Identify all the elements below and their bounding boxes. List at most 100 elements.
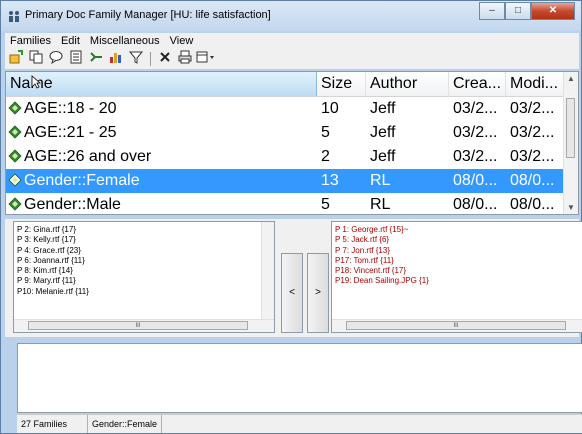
cell-created: 08/0... bbox=[453, 196, 498, 213]
cell-modified: 08/0... bbox=[510, 196, 555, 213]
column-header-modified[interactable]: Modi... bbox=[506, 72, 566, 96]
print-icon[interactable] bbox=[176, 50, 194, 68]
table-vertical-scrollbar[interactable]: ▲ ▼ bbox=[563, 72, 578, 214]
list-item[interactable]: P 4: Grace.rtf {23} bbox=[17, 246, 89, 256]
list-item[interactable]: P 3: Kelly.rtf {17} bbox=[17, 235, 89, 245]
cell-author: Jeff bbox=[370, 148, 396, 165]
list-item[interactable]: P 9: Mary.rtf {11} bbox=[17, 276, 89, 286]
chart-icon[interactable] bbox=[107, 50, 125, 68]
cell-size: 10 bbox=[321, 100, 339, 117]
app-window: Primary Doc Family Manager [HU: life sat… bbox=[0, 0, 582, 434]
cell-name: AGE::21 - 25 bbox=[8, 121, 317, 145]
family-icon bbox=[8, 149, 22, 163]
filter-icon[interactable] bbox=[127, 50, 145, 68]
table-row[interactable]: AGE::18 - 20 10 Jeff 03/2... 03/2... bbox=[6, 97, 566, 121]
cell-created: 03/2... bbox=[453, 100, 498, 117]
scrollbar-thumb[interactable] bbox=[566, 98, 575, 158]
table-row[interactable]: AGE::21 - 25 5 Jeff 03/2... 03/2... bbox=[6, 121, 566, 145]
scroll-up-icon[interactable]: ▲ bbox=[567, 74, 575, 83]
scroll-down-icon[interactable]: ▼ bbox=[567, 203, 575, 212]
cell-modified: 03/2... bbox=[510, 124, 555, 141]
table-body: AGE::18 - 20 10 Jeff 03/2... 03/2... AGE::21 … bbox=[6, 97, 566, 214]
family-name: Gender::Male bbox=[24, 196, 121, 213]
cell-size: 13 bbox=[321, 172, 339, 189]
cell-name: AGE::18 - 20 bbox=[8, 97, 317, 121]
list-item[interactable]: P 8: Kim.rtf {14} bbox=[17, 266, 89, 276]
status-bar: 27 Families Gender::Female bbox=[17, 414, 582, 433]
remove-from-family-button[interactable]: < bbox=[281, 253, 303, 333]
family-name: AGE::26 and over bbox=[24, 148, 152, 165]
cell-author: Jeff bbox=[370, 124, 396, 141]
toolbar-separator bbox=[150, 52, 151, 66]
members-vertical-scrollbar[interactable] bbox=[261, 222, 274, 320]
families-table: Name Size Author Crea... Modi... AGE::18… bbox=[5, 71, 579, 215]
list-item[interactable]: P 6: Joanna.rtf {11} bbox=[17, 256, 89, 266]
member-panes: P 2: Gina.rtf {17} P 3: Kelly.rtf {17} P 4… bbox=[5, 219, 582, 337]
family-icon bbox=[8, 173, 22, 187]
list-item[interactable]: P17: Tom.rtf {11} bbox=[335, 256, 429, 266]
cell-author: Jeff bbox=[370, 100, 396, 117]
window-controls: – □ ✕ bbox=[479, 2, 575, 20]
close-icon[interactable]: ✕ bbox=[531, 2, 575, 20]
cell-name: AGE::26 and over bbox=[8, 145, 317, 169]
list-item[interactable]: P18: Vincent.rtf {17} bbox=[335, 266, 429, 276]
document-icon[interactable] bbox=[67, 50, 85, 68]
app-icon bbox=[7, 10, 21, 22]
cell-name: Gender::Male bbox=[8, 193, 317, 214]
table-row[interactable]: Gender::Male 5 RL 08/0... 08/0... bbox=[6, 193, 566, 214]
mouse-cursor-icon bbox=[31, 75, 41, 89]
column-header-size[interactable]: Size bbox=[317, 72, 366, 96]
cell-created: 03/2... bbox=[453, 124, 498, 141]
scrollbar-thumb[interactable]: III bbox=[346, 321, 566, 330]
cell-author: RL bbox=[370, 172, 391, 189]
cell-size: 5 bbox=[321, 124, 330, 141]
scrollbar-thumb[interactable]: III bbox=[28, 321, 248, 330]
merge-icon[interactable] bbox=[87, 50, 105, 68]
family-name: AGE::18 - 20 bbox=[24, 100, 117, 117]
table-row[interactable]: Gender::Female 13 RL 08/0... 08/0... bbox=[6, 169, 566, 193]
cell-modified: 08/0... bbox=[510, 172, 555, 189]
menu-view[interactable]: View bbox=[165, 33, 199, 49]
list-item[interactable]: P 1: George.rtf {15}~ bbox=[335, 225, 429, 235]
nonmembers-list[interactable]: P 1: George.rtf {15}~ P 5: Jack.rtf {6} P … bbox=[331, 221, 582, 333]
list-item[interactable]: P10: Melanie.rtf {11} bbox=[17, 287, 89, 297]
minimize-icon[interactable]: – bbox=[479, 2, 505, 20]
members-horizontal-scrollbar[interactable]: III bbox=[14, 319, 274, 332]
list-item[interactable]: P19: Dean Sailing.JPG {1} bbox=[335, 276, 429, 286]
table-row[interactable]: AGE::26 and over 2 Jeff 03/2... 03/2... bbox=[6, 145, 566, 169]
family-name: Gender::Female bbox=[24, 172, 140, 189]
list-item[interactable]: P 7: Jon.rtf {13} bbox=[335, 246, 429, 256]
family-icon bbox=[8, 125, 22, 139]
status-current-family: Gender::Female bbox=[88, 415, 163, 433]
list-item[interactable]: P 5: Jack.rtf {6} bbox=[335, 235, 429, 245]
add-to-family-button[interactable]: > bbox=[307, 253, 329, 333]
comment-editor[interactable] bbox=[17, 343, 582, 413]
cell-size: 5 bbox=[321, 196, 330, 213]
column-header-name[interactable]: Name bbox=[6, 72, 317, 96]
title-bar[interactable]: Primary Doc Family Manager [HU: life sat… bbox=[1, 1, 581, 31]
delete-icon[interactable] bbox=[156, 50, 174, 68]
members-list[interactable]: P 2: Gina.rtf {17} P 3: Kelly.rtf {17} P 4… bbox=[13, 221, 275, 333]
nonmembers-items: P 1: George.rtf {15}~ P 5: Jack.rtf {6} P … bbox=[335, 225, 429, 287]
copy-icon[interactable] bbox=[27, 50, 45, 68]
menu-miscellaneous[interactable]: Miscellaneous bbox=[85, 33, 165, 49]
status-family-count: 27 Families bbox=[17, 415, 88, 433]
menu-families[interactable]: Families bbox=[5, 33, 56, 49]
menu-bar: Families Edit Miscellaneous View bbox=[5, 33, 579, 49]
cell-modified: 03/2... bbox=[510, 100, 555, 117]
cell-created: 03/2... bbox=[453, 148, 498, 165]
comment-icon[interactable] bbox=[47, 50, 65, 68]
cell-size: 2 bbox=[321, 148, 330, 165]
new-family-icon[interactable] bbox=[7, 50, 25, 68]
table-header: Name Size Author Crea... Modi... bbox=[6, 72, 566, 97]
nonmembers-horizontal-scrollbar[interactable]: III bbox=[332, 319, 582, 332]
cell-author: RL bbox=[370, 196, 391, 213]
menu-edit[interactable]: Edit bbox=[56, 33, 85, 49]
column-header-author[interactable]: Author bbox=[366, 72, 449, 96]
column-header-created[interactable]: Crea... bbox=[449, 72, 506, 96]
view-dropdown-icon[interactable] bbox=[196, 50, 214, 68]
list-item[interactable]: P 2: Gina.rtf {17} bbox=[17, 225, 89, 235]
cell-created: 08/0... bbox=[453, 172, 498, 189]
maximize-icon[interactable]: □ bbox=[505, 2, 531, 20]
cell-name: Gender::Female bbox=[8, 169, 317, 193]
